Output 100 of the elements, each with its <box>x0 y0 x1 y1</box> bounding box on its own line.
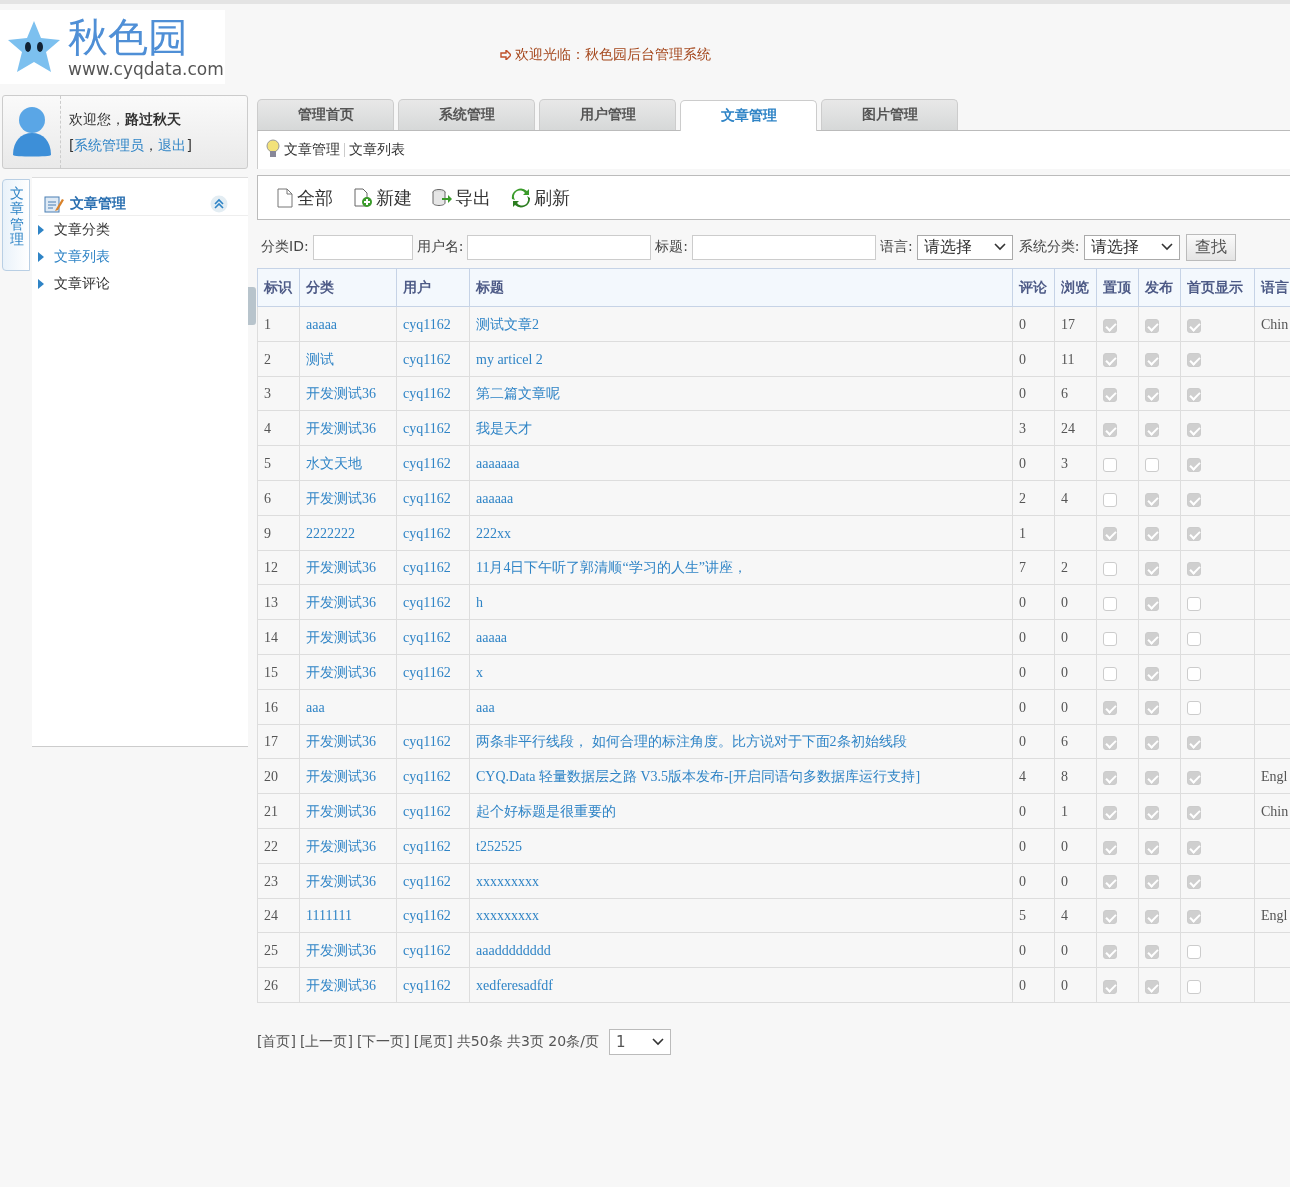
checkbox[interactable] <box>1187 388 1201 403</box>
toolbar-button[interactable]: 新建 <box>353 185 412 210</box>
toolbar-button[interactable]: 导出 <box>432 185 491 210</box>
title-link[interactable]: 起个好标题是很重要的 <box>476 804 616 820</box>
title-link[interactable]: aaaaaa <box>476 490 514 506</box>
tab[interactable]: 图片管理 <box>821 99 958 130</box>
checkbox[interactable] <box>1187 666 1201 681</box>
checkbox[interactable] <box>1145 388 1159 403</box>
title-link[interactable]: xxxxxxxxx <box>476 873 539 889</box>
title-link[interactable]: my articel 2 <box>476 351 543 367</box>
title-link[interactable]: aaaaa <box>476 630 508 646</box>
checkbox[interactable] <box>1145 423 1159 438</box>
checkbox[interactable] <box>1103 527 1117 542</box>
checkbox[interactable] <box>1103 875 1117 890</box>
checkbox[interactable] <box>1103 666 1117 681</box>
checkbox[interactable] <box>1103 701 1117 716</box>
checkbox[interactable] <box>1145 318 1159 333</box>
tab[interactable]: 系统管理 <box>398 99 535 130</box>
checkbox[interactable] <box>1145 597 1159 612</box>
checkbox[interactable] <box>1145 562 1159 577</box>
title-link[interactable]: x <box>476 664 483 680</box>
checkbox[interactable] <box>1103 631 1117 646</box>
checkbox[interactable] <box>1103 457 1117 472</box>
checkbox[interactable] <box>1103 423 1117 438</box>
input-field[interactable] <box>692 234 877 260</box>
vertical-tab[interactable]: 文章管理 <box>2 179 30 271</box>
title-link[interactable]: xedferesadfdf <box>476 978 553 994</box>
checkbox[interactable] <box>1103 979 1117 994</box>
checkbox[interactable] <box>1103 562 1117 577</box>
checkbox[interactable] <box>1187 562 1201 577</box>
select-field[interactable]: 请选择 <box>916 234 1013 260</box>
tab[interactable]: 管理首页 <box>257 99 394 130</box>
logout-link[interactable]: 退出 <box>158 137 187 153</box>
checkbox[interactable] <box>1145 910 1159 925</box>
checkbox[interactable] <box>1103 910 1117 925</box>
checkbox[interactable] <box>1103 805 1117 820</box>
checkbox[interactable] <box>1145 805 1159 820</box>
title-link[interactable]: h <box>476 595 483 611</box>
checkbox[interactable] <box>1145 979 1159 994</box>
select-field[interactable]: 请选择 <box>1083 234 1180 260</box>
category-link[interactable]: aaaaa <box>306 316 338 332</box>
checkbox[interactable] <box>1187 423 1201 438</box>
checkbox[interactable] <box>1187 318 1201 333</box>
sidebar-item[interactable]: 文章评论 <box>38 270 248 297</box>
tab[interactable]: 用户管理 <box>539 99 676 130</box>
checkbox[interactable] <box>1187 736 1201 751</box>
checkbox[interactable] <box>1145 771 1159 786</box>
checkbox[interactable] <box>1145 457 1159 472</box>
checkbox[interactable] <box>1145 736 1159 751</box>
input-field[interactable] <box>467 234 652 260</box>
checkbox[interactable] <box>1145 527 1159 542</box>
checkbox[interactable] <box>1187 353 1201 368</box>
pager-link[interactable]: [尾页] <box>413 1032 453 1051</box>
checkbox[interactable] <box>1103 318 1117 333</box>
title-link[interactable]: 第二篇文章呢 <box>476 386 560 402</box>
sidebar-item[interactable]: 文章列表 <box>38 243 248 270</box>
checkbox[interactable] <box>1187 527 1201 542</box>
title-link[interactable]: 222xx <box>476 525 511 541</box>
pager-link[interactable]: [上一页] <box>299 1032 353 1051</box>
checkbox[interactable] <box>1103 388 1117 403</box>
search-button[interactable]: 查找 <box>1185 233 1236 261</box>
title-link[interactable]: aaadddddddd <box>476 943 551 959</box>
checkbox[interactable] <box>1145 875 1159 890</box>
collapse-handle[interactable] <box>248 287 256 325</box>
checkbox[interactable] <box>1103 353 1117 368</box>
checkbox[interactable] <box>1145 353 1159 368</box>
checkbox[interactable] <box>1145 492 1159 507</box>
checkbox[interactable] <box>1103 736 1117 751</box>
title-link[interactable]: aaaaaaa <box>476 456 520 472</box>
checkbox[interactable] <box>1145 840 1159 855</box>
checkbox[interactable] <box>1103 840 1117 855</box>
checkbox[interactable] <box>1145 945 1159 959</box>
checkbox[interactable] <box>1103 492 1117 507</box>
checkbox[interactable] <box>1187 457 1201 472</box>
page-select[interactable]: 1 <box>608 1028 671 1055</box>
title-link[interactable]: xxxxxxxxx <box>476 908 539 924</box>
checkbox[interactable] <box>1187 805 1201 820</box>
input-field[interactable] <box>312 234 413 260</box>
title-link[interactable]: t252525 <box>476 838 522 854</box>
checkbox[interactable] <box>1145 701 1159 716</box>
toolbar-button[interactable]: 全部 <box>276 185 333 210</box>
title-link[interactable]: aaa <box>476 699 495 715</box>
checkbox[interactable] <box>1103 597 1117 612</box>
checkbox[interactable] <box>1145 631 1159 646</box>
checkbox[interactable] <box>1103 945 1117 959</box>
collapse-icon[interactable] <box>210 194 228 213</box>
checkbox[interactable] <box>1187 631 1201 646</box>
category-link[interactable]: aaa <box>306 699 325 715</box>
checkbox[interactable] <box>1187 910 1201 925</box>
checkbox[interactable] <box>1187 492 1201 507</box>
checkbox[interactable] <box>1187 945 1201 959</box>
checkbox[interactable] <box>1145 666 1159 681</box>
pager-link[interactable]: [下一页] <box>356 1032 410 1051</box>
checkbox[interactable] <box>1103 771 1117 786</box>
checkbox[interactable] <box>1187 979 1201 994</box>
checkbox[interactable] <box>1187 771 1201 786</box>
sidebar-item[interactable]: 文章分类 <box>38 216 248 243</box>
toolbar-button[interactable]: 刷新 <box>511 185 570 210</box>
pager-link[interactable]: [首页] <box>257 1032 296 1051</box>
title-link[interactable]: 我是天才 <box>476 421 532 437</box>
